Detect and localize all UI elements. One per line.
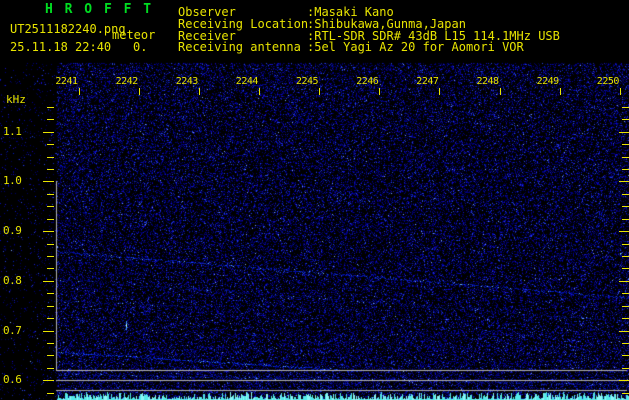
y-axis-tick-mark-right: [622, 293, 629, 294]
y-axis-tick-mark-left: [47, 355, 54, 356]
y-axis-tick-mark-right: [622, 244, 629, 245]
y-axis-tick-mark-left: [43, 231, 54, 232]
x-axis-tick-mark: [559, 88, 561, 95]
y-axis-tick-mark-left: [43, 181, 54, 182]
observation-field-value: :5el Yagi Az 20 for Aomori VOR: [307, 41, 524, 53]
x-axis-tick-mark: [198, 88, 200, 95]
x-axis-tick-mark: [78, 88, 80, 95]
x-axis-tick-mark: [258, 88, 260, 95]
y-axis-tick-mark-right: [622, 306, 629, 307]
y-axis-tick-mark-right: [622, 355, 629, 356]
x-axis-tick-label: 2250: [596, 76, 620, 87]
y-axis-tick-mark-left: [47, 256, 54, 257]
x-axis-tick-label: 2245: [296, 76, 319, 87]
spectrogram-canvas: [0, 0, 629, 400]
y-axis-tick-label: 1.0: [3, 174, 22, 187]
y-axis-tick-mark-right: [619, 132, 629, 133]
y-axis-tick-mark-right: [622, 368, 629, 369]
y-axis-tick-mark-left: [47, 219, 54, 220]
y-axis-tick-mark-left: [47, 157, 54, 158]
x-axis-tick-label: 2247: [416, 76, 439, 87]
x-axis-tick-label: 2241: [55, 76, 78, 87]
y-axis-tick-mark-left: [47, 368, 54, 369]
y-axis-tick-mark-left: [47, 393, 54, 394]
observation-field-label: Receiving antenna: [178, 40, 301, 55]
y-axis-tick-mark-right: [622, 343, 629, 344]
x-axis-tick-mark: [138, 88, 140, 95]
y-axis-tick-mark-left: [47, 169, 54, 170]
x-axis-tick-label: 2248: [476, 76, 500, 87]
y-axis-tick-mark-right: [622, 393, 629, 394]
x-axis-tick-label: 2244: [235, 76, 259, 87]
y-axis-tick-label: 0.8: [3, 274, 22, 287]
y-axis-tick-mark-left: [47, 107, 54, 108]
capture-datetime: 25.11.18 22:40: [10, 40, 112, 54]
y-axis-tick-mark-right: [622, 107, 629, 108]
y-axis-tick-mark-right: [622, 119, 629, 120]
x-axis-tick-mark: [379, 88, 381, 95]
x-axis-tick-mark: [319, 88, 321, 95]
capture-filename: UT2511182240.png: [10, 22, 126, 36]
y-axis-tick-mark-right: [619, 380, 629, 381]
y-axis-tick-mark-right: [622, 194, 629, 195]
x-axis-tick-label: 2246: [356, 76, 379, 87]
echo-counter: 0.: [133, 40, 148, 54]
y-axis-tick-mark-left: [47, 206, 54, 207]
y-axis-tick-mark-left: [47, 144, 54, 145]
y-axis-tick-label: 0.7: [3, 324, 22, 337]
app-title: H R O F F T: [45, 2, 154, 17]
y-axis-tick-mark-right: [622, 206, 629, 207]
x-axis-tick-label: 2242: [115, 76, 139, 87]
y-axis-tick-mark-left: [43, 132, 54, 133]
x-axis-tick-mark: [499, 88, 501, 95]
y-axis-tick-mark-right: [622, 268, 629, 269]
y-axis-tick-mark-right: [619, 331, 629, 332]
y-axis-tick-mark-right: [622, 318, 629, 319]
y-axis-tick-mark-left: [47, 194, 54, 195]
y-axis-tick-mark-left: [47, 306, 54, 307]
hrofft-app: H R O F F T UT2511182240.png meteor 25.1…: [0, 0, 629, 400]
y-axis-tick-label: 0.9: [3, 224, 22, 237]
y-axis-tick-mark-left: [47, 343, 54, 344]
x-axis-tick-mark: [439, 88, 441, 95]
field-value-text: 5el Yagi Az 20 for Aomori VOR: [314, 40, 524, 55]
y-axis-tick-mark-left: [43, 380, 54, 381]
y-axis-tick-mark-right: [622, 157, 629, 158]
x-axis-tick-mark: [619, 88, 621, 95]
y-axis-tick-mark-left: [47, 244, 54, 245]
y-axis-tick-label: 0.6: [3, 373, 22, 386]
y-axis-tick-mark-right: [622, 169, 629, 170]
y-axis-tick-mark-left: [47, 318, 54, 319]
y-axis-tick-mark-right: [619, 181, 629, 182]
x-axis-tick-label: 2249: [536, 76, 560, 87]
y-axis-tick-mark-right: [619, 231, 629, 232]
x-axis-tick-label: 2243: [175, 76, 199, 87]
y-axis-tick-mark-left: [47, 268, 54, 269]
y-axis-tick-mark-left: [47, 293, 54, 294]
y-axis-tick-mark-right: [619, 281, 629, 282]
y-axis-tick-mark-left: [43, 281, 54, 282]
y-axis-tick-mark-right: [622, 219, 629, 220]
observation-field-label: Receiving Location: [178, 16, 309, 31]
y-axis-tick-mark-right: [622, 144, 629, 145]
y-axis-unit-label: kHz: [6, 93, 26, 106]
y-axis-tick-mark-left: [47, 119, 54, 120]
y-axis-tick-label: 1.1: [3, 125, 22, 138]
y-axis-tick-mark-left: [43, 331, 54, 332]
y-axis-tick-mark-right: [622, 256, 629, 257]
